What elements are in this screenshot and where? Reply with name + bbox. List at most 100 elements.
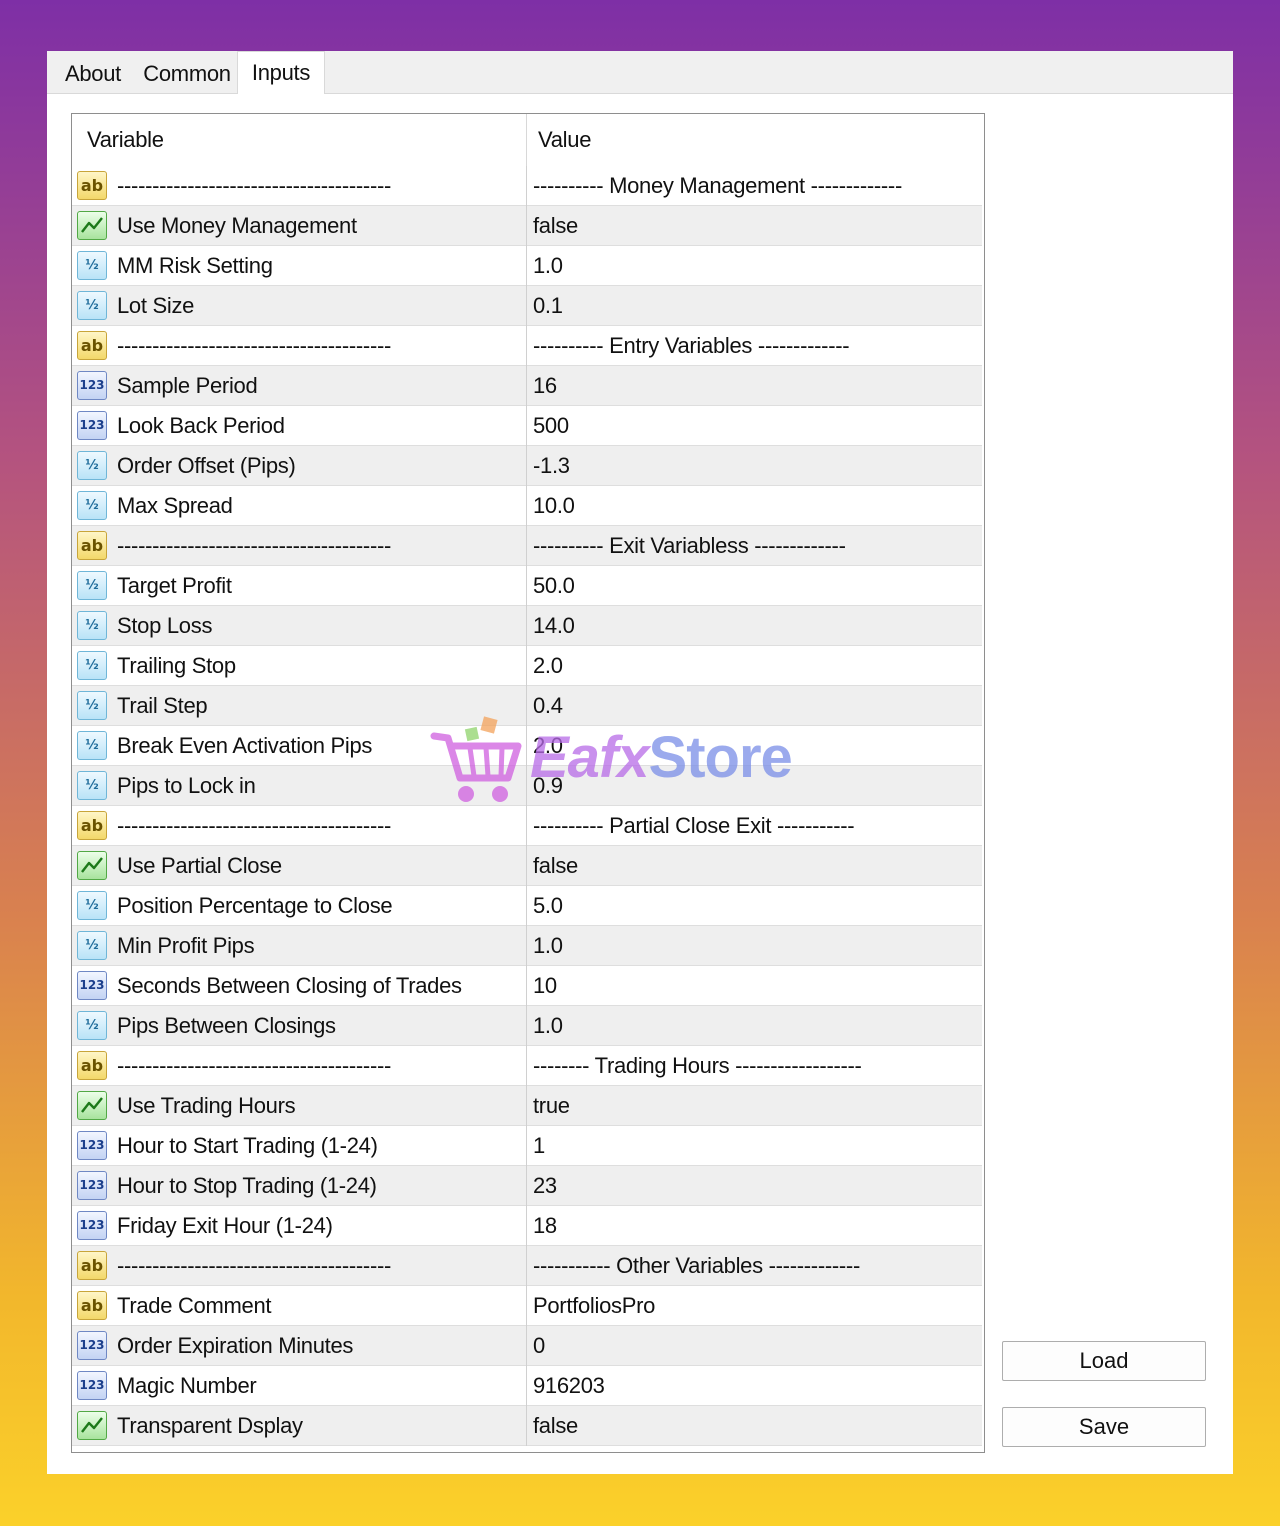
table-row[interactable]: 123 Hour to Start Trading (1-24) 1 [72, 1126, 982, 1166]
table-row[interactable]: 123 Magic Number 916203 [72, 1366, 982, 1406]
table-row[interactable]: ab --------------------------------------… [72, 326, 982, 366]
save-button[interactable]: Save [1002, 1407, 1206, 1447]
column-divider [526, 966, 527, 1006]
variable-cell: Sample Period [117, 373, 258, 398]
table-row[interactable]: Use Money Management false [72, 206, 982, 246]
variable-cell: MM Risk Setting [117, 253, 273, 278]
integer-type-icon: 123 [77, 1171, 107, 1200]
table-row[interactable]: ab Trade Comment PortfoliosPro [72, 1286, 982, 1326]
column-divider [526, 806, 527, 846]
column-divider [526, 446, 527, 486]
value-cell[interactable]: 10 [533, 966, 557, 1006]
table-row[interactable]: ½ Lot Size 0.1 [72, 286, 982, 326]
table-row[interactable]: Use Trading Hours true [72, 1086, 982, 1126]
tab-common[interactable]: Common [135, 55, 239, 93]
table-row[interactable]: ½ Min Profit Pips 1.0 [72, 926, 982, 966]
table-row[interactable]: ½ Max Spread 10.0 [72, 486, 982, 526]
table-row[interactable]: ½ Order Offset (Pips) -1.3 [72, 446, 982, 486]
table-row[interactable]: ½ Stop Loss 14.0 [72, 606, 982, 646]
column-header-value[interactable]: Value [538, 114, 591, 166]
value-cell[interactable]: ---------- Entry Variables ------------- [533, 326, 850, 366]
value-cell[interactable]: ---------- Exit Variabless ------------- [533, 526, 846, 566]
table-row[interactable]: Use Partial Close false [72, 846, 982, 886]
value-cell[interactable]: false [533, 206, 578, 246]
value-cell[interactable]: 50.0 [533, 566, 575, 606]
table-row[interactable]: ½ Pips Between Closings 1.0 [72, 1006, 982, 1046]
column-divider [526, 646, 527, 686]
column-header-variable[interactable]: Variable [87, 114, 164, 166]
tab-inputs[interactable]: Inputs [237, 51, 325, 94]
value-cell[interactable]: ----------- Other Variables ------------… [533, 1246, 860, 1286]
integer-type-icon: 123 [77, 1131, 107, 1160]
value-cell[interactable]: 16 [533, 366, 557, 406]
column-divider [526, 1406, 527, 1446]
value-cell[interactable]: 1.0 [533, 246, 563, 286]
value-cell[interactable]: false [533, 846, 578, 886]
value-cell[interactable]: -1.3 [533, 446, 570, 486]
value-cell[interactable]: 0.1 [533, 286, 563, 326]
string-type-icon: ab [77, 531, 107, 560]
value-cell[interactable]: 18 [533, 1206, 557, 1246]
table-row[interactable]: ½ MM Risk Setting 1.0 [72, 246, 982, 286]
table-row[interactable]: Transparent Dsplay false [72, 1406, 982, 1446]
table-row[interactable]: ½ Trailing Stop 2.0 [72, 646, 982, 686]
value-cell[interactable]: ---------- Partial Close Exit ----------… [533, 806, 855, 846]
value-cell[interactable]: 10.0 [533, 486, 575, 526]
table-row[interactable]: ½ Break Even Activation Pips 2.0 [72, 726, 982, 766]
table-row[interactable]: 123 Order Expiration Minutes 0 [72, 1326, 982, 1366]
table-row[interactable]: ½ Position Percentage to Close 5.0 [72, 886, 982, 926]
value-cell[interactable]: 1 [533, 1126, 545, 1166]
integer-type-icon: 123 [77, 1331, 107, 1360]
variable-cell: Transparent Dsplay [117, 1413, 303, 1438]
integer-type-icon: 123 [77, 971, 107, 1000]
column-divider [526, 566, 527, 606]
table-row[interactable]: ½ Trail Step 0.4 [72, 686, 982, 726]
value-cell[interactable]: 0.4 [533, 686, 563, 726]
variable-cell: --------------------------------------- [117, 533, 392, 558]
value-cell[interactable]: 916203 [533, 1366, 605, 1406]
value-cell[interactable]: 2.0 [533, 726, 563, 766]
table-row[interactable]: 123 Sample Period 16 [72, 366, 982, 406]
value-cell[interactable]: PortfoliosPro [533, 1286, 655, 1326]
column-divider [526, 606, 527, 646]
value-cell[interactable]: 500 [533, 406, 569, 446]
table-row[interactable]: ab --------------------------------------… [72, 526, 982, 566]
double-type-icon: ½ [77, 771, 107, 800]
table-row[interactable]: ab --------------------------------------… [72, 806, 982, 846]
column-divider [526, 1326, 527, 1366]
value-cell[interactable]: 1.0 [533, 1006, 563, 1046]
boolean-type-icon [77, 1091, 107, 1120]
value-cell[interactable]: 0 [533, 1326, 545, 1366]
variable-cell: Stop Loss [117, 613, 213, 638]
value-cell[interactable]: 14.0 [533, 606, 575, 646]
column-header-divider[interactable] [526, 114, 527, 166]
load-button[interactable]: Load [1002, 1341, 1206, 1381]
table-row[interactable]: ½ Target Profit 50.0 [72, 566, 982, 606]
table-row[interactable]: 123 Friday Exit Hour (1-24) 18 [72, 1206, 982, 1246]
variable-cell: Use Money Management [117, 213, 357, 238]
value-cell[interactable]: ---------- Money Management ------------… [533, 166, 902, 206]
table-row[interactable]: ½ Pips to Lock in 0.9 [72, 766, 982, 806]
column-divider [526, 846, 527, 886]
inputs-grid[interactable]: Variable Value ab -----------------------… [71, 113, 985, 1453]
value-cell[interactable]: 2.0 [533, 646, 563, 686]
value-cell[interactable]: true [533, 1086, 570, 1126]
value-cell[interactable]: 0.9 [533, 766, 563, 806]
table-row[interactable]: ab --------------------------------------… [72, 166, 982, 206]
column-divider [526, 1126, 527, 1166]
table-row[interactable]: 123 Look Back Period 500 [72, 406, 982, 446]
variable-cell: Seconds Between Closing of Trades [117, 973, 462, 998]
value-cell[interactable]: -------- Trading Hours -----------------… [533, 1046, 862, 1086]
value-cell[interactable]: 5.0 [533, 886, 563, 926]
table-row[interactable]: ab --------------------------------------… [72, 1246, 982, 1286]
value-cell[interactable]: false [533, 1406, 578, 1446]
table-row[interactable]: ab --------------------------------------… [72, 1046, 982, 1086]
column-divider [526, 526, 527, 566]
table-row[interactable]: 123 Seconds Between Closing of Trades 10 [72, 966, 982, 1006]
value-cell[interactable]: 23 [533, 1166, 557, 1206]
variable-cell: Hour to Start Trading (1-24) [117, 1133, 378, 1158]
tab-bar: About Common Inputs [47, 51, 1233, 94]
table-row[interactable]: 123 Hour to Stop Trading (1-24) 23 [72, 1166, 982, 1206]
value-cell[interactable]: 1.0 [533, 926, 563, 966]
tab-about[interactable]: About [51, 55, 135, 93]
